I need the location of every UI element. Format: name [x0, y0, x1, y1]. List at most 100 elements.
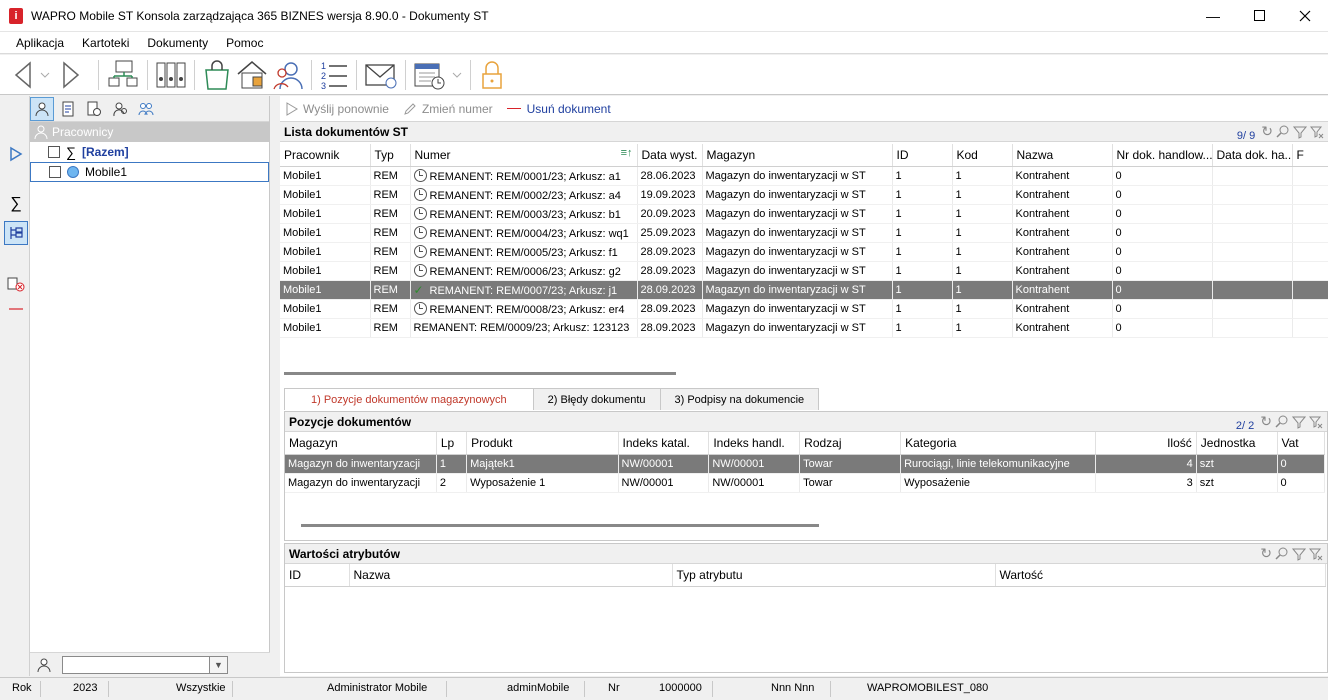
cell-data-text: 28.09.2023	[640, 321, 696, 334]
search-icon[interactable]	[1275, 415, 1289, 429]
table-row[interactable]: Mobile1 REM REMANENT: REM/0008/23; Arkusz:…	[280, 299, 1328, 319]
mail-button[interactable]	[364, 57, 398, 93]
column-header[interactable]: Pracownik	[280, 144, 371, 167]
cell-empty	[1212, 318, 1293, 338]
column-header[interactable]: Indeks katal.	[618, 432, 710, 455]
column-header[interactable]: Wartość	[995, 564, 1326, 587]
column-header[interactable]: Indeks handl.	[708, 432, 801, 455]
table-row[interactable]: Mobile1 REM REMANENT: REM/0001/23; Arkusz:…	[280, 166, 1328, 186]
groups-tab[interactable]	[134, 97, 158, 121]
refresh-icon[interactable]: ↻	[1261, 123, 1273, 140]
play-icon[interactable]	[6, 144, 26, 164]
shopping-button[interactable]	[202, 57, 232, 93]
column-header[interactable]: Lp	[436, 432, 468, 455]
employees-tab[interactable]	[30, 96, 54, 121]
search-person-tab[interactable]	[108, 97, 132, 121]
tab-errors[interactable]: 2) Błędy dokumentu	[532, 388, 661, 410]
table-row[interactable]: Magazyn do inwentaryzacji 1 Majątek1 NW/000…	[285, 454, 1326, 474]
person-icon	[34, 125, 48, 139]
users-button[interactable]	[272, 57, 304, 93]
checkbox[interactable]	[49, 166, 61, 178]
column-header[interactable]: Typ	[370, 144, 411, 167]
table-row[interactable]: Mobile1 REM REMANENT: REM/0004/23; Arkusz:…	[280, 223, 1328, 243]
column-header[interactable]: Jednostka	[1196, 432, 1278, 455]
menu-kartoteki[interactable]: Kartoteki	[73, 32, 138, 54]
splitter[interactable]	[271, 96, 279, 676]
numbered-list-button[interactable]: 123	[319, 57, 349, 93]
column-header[interactable]: Nazwa	[1012, 144, 1113, 167]
column-header[interactable]: Ilość	[1095, 432, 1197, 455]
clock-icon	[413, 225, 427, 239]
column-header[interactable]: Numer ≡↑	[410, 144, 638, 167]
column-header[interactable]: Typ atrybutu	[672, 564, 996, 587]
table-row[interactable]: Magazyn do inwentaryzacji 2 Wyposażenie 1N…	[285, 473, 1326, 493]
settings-tab[interactable]	[82, 97, 106, 121]
refresh-icon[interactable]: ↻	[1260, 545, 1272, 562]
calendar-dropdown[interactable]	[451, 57, 463, 93]
back-button[interactable]	[12, 57, 34, 93]
tree-item-razem[interactable]: ∑ [Razem]	[30, 142, 269, 162]
column-header[interactable]: Kod	[952, 144, 1013, 167]
horizontal-scrollbar[interactable]	[284, 372, 676, 375]
table-row[interactable]: Mobile1 REM ✓ REMANENT: REM/0007/23; Arkusz…	[280, 280, 1328, 300]
column-header[interactable]: Data dok. ha...	[1212, 144, 1293, 167]
binders-button[interactable]	[155, 57, 187, 93]
minus-icon[interactable]	[6, 299, 26, 319]
column-header[interactable]: Data wyst.	[637, 144, 703, 167]
filter-combo[interactable]: ▼	[62, 655, 228, 674]
section-tools: 9/ 9 ↻	[1237, 123, 1324, 142]
table-row[interactable]: Mobile1 REM REMANENT: REM/0003/23; Arkusz:…	[280, 204, 1328, 224]
sum-icon[interactable]: ∑	[6, 194, 26, 214]
close-button[interactable]	[1282, 0, 1328, 32]
column-header[interactable]: Vat	[1277, 432, 1326, 455]
lock-button[interactable]	[478, 57, 506, 93]
cell-kod-text: 1	[955, 264, 962, 277]
column-header[interactable]: F	[1292, 144, 1328, 167]
menu-aplikacja[interactable]: Aplikacja	[0, 32, 73, 54]
network-button[interactable]	[106, 57, 140, 93]
filter-icon[interactable]	[1292, 415, 1306, 429]
resend-button[interactable]: Wyślij ponownie	[286, 102, 389, 116]
cell-kod: 1	[952, 280, 1013, 300]
column-header[interactable]: Magazyn	[285, 432, 437, 455]
maximize-button[interactable]	[1236, 0, 1282, 32]
menu-pomoc[interactable]: Pomoc	[217, 32, 272, 54]
table-row[interactable]: Mobile1 REM REMANENT: REM/0009/23; Arkusz:…	[280, 318, 1328, 338]
home-button[interactable]	[236, 57, 268, 93]
search-icon[interactable]	[1275, 547, 1289, 561]
clear-filter-icon[interactable]	[1310, 125, 1324, 139]
clear-filter-icon[interactable]	[1309, 415, 1323, 429]
tab-signatures[interactable]: 3) Podpisy na dokumencie	[659, 388, 820, 410]
back-dropdown[interactable]	[38, 57, 52, 93]
minimize-button[interactable]: —	[1190, 0, 1236, 32]
tree-view-icon[interactable]	[4, 221, 28, 245]
filter-icon[interactable]	[1292, 547, 1306, 561]
table-row[interactable]: Mobile1 REM REMANENT: REM/0005/23; Arkusz:…	[280, 242, 1328, 262]
column-header[interactable]: Produkt	[466, 432, 619, 455]
menu-dokumenty[interactable]: Dokumenty	[138, 32, 217, 54]
column-header[interactable]: Kategoria	[900, 432, 1096, 455]
column-header[interactable]: Nazwa	[349, 564, 673, 587]
horizontal-scrollbar[interactable]	[301, 524, 819, 527]
refresh-icon[interactable]: ↻	[1260, 413, 1272, 430]
column-header[interactable]: Nr dok. handlow...	[1112, 144, 1213, 167]
tree-item-mobile1[interactable]: Mobile1	[30, 162, 269, 182]
document-error-icon[interactable]	[6, 274, 26, 294]
chevron-down-icon[interactable]: ▼	[209, 656, 227, 673]
table-row[interactable]: Mobile1 REM REMANENT: REM/0002/23; Arkusz:…	[280, 185, 1328, 205]
column-header[interactable]: ID	[892, 144, 953, 167]
column-header[interactable]: Rodzaj	[799, 432, 902, 455]
column-header[interactable]: Magazyn	[702, 144, 893, 167]
calendar-button[interactable]	[413, 57, 447, 93]
checkbox[interactable]	[48, 146, 60, 158]
clear-filter-icon[interactable]	[1309, 547, 1323, 561]
filter-icon[interactable]	[1293, 125, 1307, 139]
rename-button[interactable]: Zmień numer	[403, 102, 493, 116]
forward-button[interactable]	[60, 57, 82, 93]
delete-button[interactable]: Usuń dokument	[506, 102, 611, 116]
documents-tab[interactable]	[56, 97, 80, 121]
tab-positions[interactable]: 1) Pozycje dokumentów magazynowych	[284, 388, 534, 410]
column-header[interactable]: ID	[285, 564, 350, 587]
search-icon[interactable]	[1276, 125, 1290, 139]
table-row[interactable]: Mobile1 REM REMANENT: REM/0006/23; Arkusz:…	[280, 261, 1328, 281]
